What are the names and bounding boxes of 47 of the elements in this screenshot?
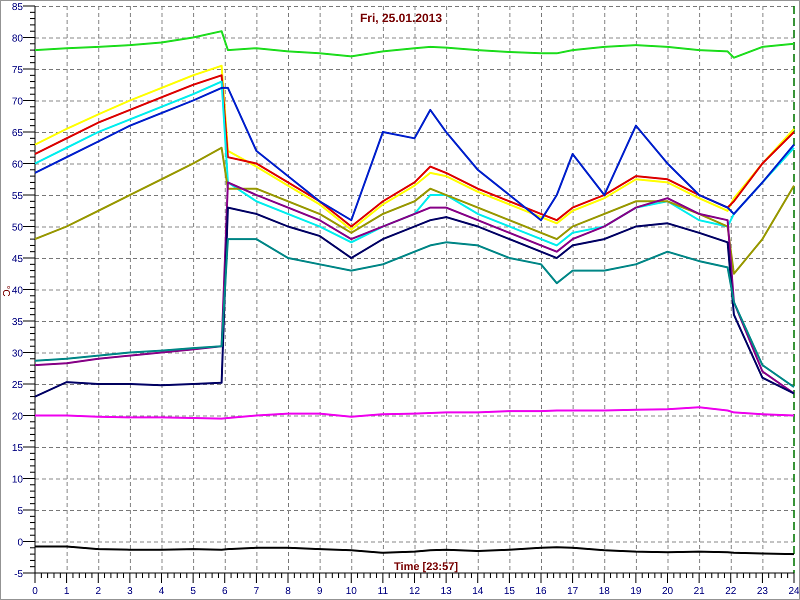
tick-label: 11 <box>378 586 388 597</box>
chart-title: Fri, 25.01.2013 <box>360 11 442 25</box>
tick-label: 21 <box>694 586 705 597</box>
tick-label: 9 <box>316 586 322 597</box>
tick-label: 85 <box>12 2 23 13</box>
tick-label: 1 <box>64 586 70 597</box>
tick-label: 8 <box>285 586 291 597</box>
tick-label: 3 <box>127 586 133 597</box>
tick-label: 45 <box>12 254 23 265</box>
tick-label: 18 <box>598 586 610 597</box>
tick-label: 80 <box>12 34 23 44</box>
tick-label: 7 <box>254 586 260 597</box>
tick-label: 50 <box>12 222 23 234</box>
x-axis-title: Time [23:57] <box>394 561 458 573</box>
tick-label: 19 <box>630 586 642 597</box>
tick-label: 5 <box>17 506 23 517</box>
tick-label: 35 <box>12 317 23 328</box>
tick-label: 0 <box>32 586 38 597</box>
tick-label: 20 <box>12 412 23 422</box>
tick-label: 2 <box>95 586 102 597</box>
tick-label: 5 <box>190 586 196 597</box>
tick-label: 75 <box>12 65 23 76</box>
tick-label: 30 <box>12 348 23 360</box>
tick-label: 22 <box>725 586 736 597</box>
tick-label: 17 <box>567 586 578 597</box>
tick-label: 4 <box>158 586 164 597</box>
tick-label: 60 <box>12 160 23 170</box>
tick-label: 20 <box>662 586 674 597</box>
tick-label: 25 <box>12 380 23 391</box>
y-axis-title: °C <box>1 285 11 297</box>
tick-label: 10 <box>346 586 357 597</box>
tick-label: 6 <box>222 586 228 597</box>
tick-label: 40 <box>12 286 23 296</box>
tick-label: 0 <box>17 538 23 548</box>
tick-label: 55 <box>12 191 23 202</box>
tick-label: 13 <box>440 586 452 597</box>
tick-label: 70 <box>12 96 23 108</box>
tick-label: 16 <box>535 586 547 597</box>
tick-label: 23 <box>756 586 768 597</box>
tick-label: 10 <box>12 474 23 486</box>
tick-label: 24 <box>788 586 799 597</box>
tick-label: -5 <box>14 569 23 580</box>
tick-label: 65 <box>12 128 23 139</box>
tick-label: 15 <box>504 586 515 597</box>
tick-label: 12 <box>408 586 420 597</box>
tick-label: 14 <box>472 586 484 597</box>
tick-label: 15 <box>12 443 23 454</box>
